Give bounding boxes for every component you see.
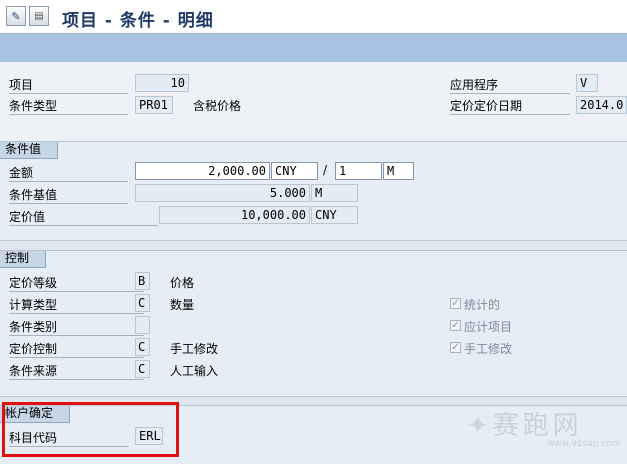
pricing-level-label: 定价等级 xyxy=(9,274,144,292)
highlight-box xyxy=(2,402,179,457)
calculation-type-field: C xyxy=(135,294,150,312)
unit-of-measure-input[interactable]: M xyxy=(383,162,414,180)
application-toolbar xyxy=(0,34,627,62)
pricing-control-field: C xyxy=(135,338,150,356)
statistical-checkbox[interactable]: ✓ xyxy=(450,298,461,309)
currency-input[interactable]: CNY xyxy=(271,162,318,180)
watermark-url: www.91sap.com xyxy=(547,439,621,449)
condition-origin-description: 人工输入 xyxy=(170,364,219,378)
condition-base-unit-field: M xyxy=(311,184,358,202)
condition-base-field: 5.000 xyxy=(135,184,310,202)
condition-values-title: 条件值 xyxy=(0,142,59,159)
watermark-text: 赛跑网 xyxy=(492,411,583,441)
pricing-level-field: B xyxy=(135,272,150,290)
application-label: 应用程序 xyxy=(450,76,570,94)
pricing-date-label: 定价定价日期 xyxy=(450,97,570,115)
item-field: 10 xyxy=(135,74,189,92)
condition-value-field: 10,000.00 xyxy=(159,206,310,224)
pricing-date-field: 2014.0 xyxy=(576,96,627,114)
condition-type-label: 条件类型 xyxy=(9,97,128,115)
manual-change-label: 手工修改 xyxy=(464,342,513,356)
per-separator: / xyxy=(323,163,328,177)
condition-base-label: 条件基值 xyxy=(9,186,128,204)
calculation-type-description: 数量 xyxy=(170,298,195,312)
pricing-control-label: 定价控制 xyxy=(9,340,144,358)
document-icon: ▤ xyxy=(34,10,44,22)
condition-origin-field: C xyxy=(135,360,150,378)
title-bar: ✎ ▤ 项目 - 条件 - 明细 xyxy=(0,0,627,34)
control-title: 控制 xyxy=(0,251,47,268)
condition-class-label: 条件类别 xyxy=(9,318,144,336)
application-field: V xyxy=(576,74,598,92)
pricing-control-description: 手工修改 xyxy=(170,342,219,356)
item-label: 项目 xyxy=(9,76,128,94)
condition-class-field xyxy=(135,316,150,334)
amount-input[interactable]: 2,000.00 xyxy=(135,162,270,180)
display-change-button[interactable]: ✎ xyxy=(6,6,26,26)
pricing-unit-input[interactable]: 1 xyxy=(335,162,382,180)
condition-value-currency-field: CNY xyxy=(311,206,358,224)
calculation-type-label: 计算类型 xyxy=(9,296,144,314)
runner-logo-icon: ✦ xyxy=(467,411,489,441)
amount-label: 金额 xyxy=(9,164,128,182)
glasses-pencil-icon: ✎ xyxy=(11,9,21,23)
other-object-button[interactable]: ▤ xyxy=(29,6,49,26)
statistical-label: 统计的 xyxy=(464,298,501,312)
pricing-level-description: 价格 xyxy=(170,276,195,290)
window-title: 项目 - 条件 - 明细 xyxy=(62,11,214,31)
condition-type-description: 含税价格 xyxy=(193,99,242,113)
condition-value-label: 定价值 xyxy=(9,208,158,226)
accrual-label: 应计项目 xyxy=(464,320,513,334)
watermark: ✦ 赛跑网 www.91sap.com xyxy=(467,405,621,449)
manual-change-checkbox[interactable]: ✓ xyxy=(450,342,461,353)
accrual-checkbox[interactable]: ✓ xyxy=(450,320,461,331)
condition-type-field: PR01 xyxy=(135,96,173,114)
condition-origin-label: 条件来源 xyxy=(9,362,144,380)
